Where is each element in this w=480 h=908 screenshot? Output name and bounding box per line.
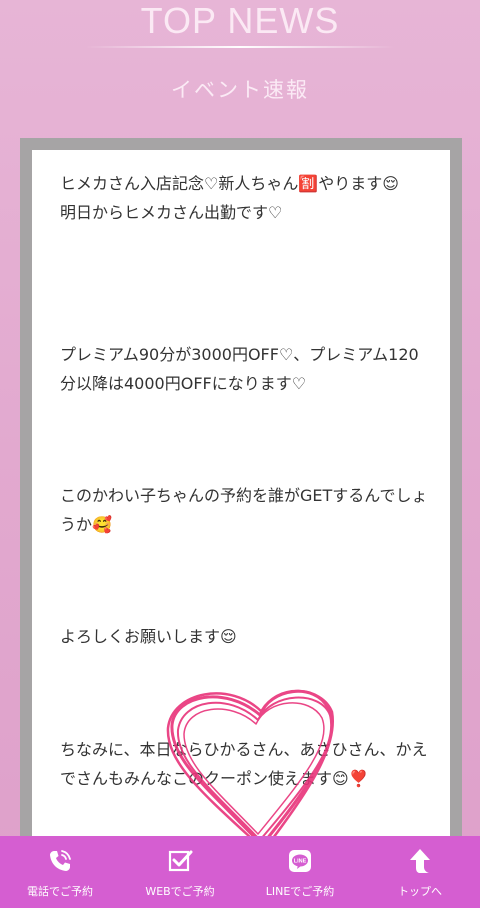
arrow-up-icon [410,849,430,873]
nav-label: トップへ [398,885,442,898]
news-paragraph: ちなみに、本日ならひかるさん、あさひさん、かえでさんもみんなこのクーポン使えます… [60,740,428,788]
nav-label: LINEでご予約 [265,885,335,898]
news-card: ヒメカさん入店記念♡新人ちゃん🈹やります😌 明日からヒメカさん出勤です♡ プレミ… [32,150,450,850]
nav-label: WEBでご予約 [145,885,215,898]
web-check-icon [168,850,193,872]
title-divider [85,46,395,48]
news-paragraph: このかわい子ちゃんの予約を誰がGETするんでしょうか🥰 [60,486,428,534]
page-title: TOP NEWS [140,0,340,41]
nav-back-to-top[interactable]: トップへ [360,836,480,908]
nav-label: 電話でご予約 [27,885,93,898]
news-paragraph: ヒメカさん入店記念♡新人ちゃん🈹やります😌 明日からヒメカさん出勤です♡ [60,174,399,222]
line-icon: LINE [289,850,311,872]
phone-icon [50,850,71,871]
nav-web-reservation[interactable]: WEBでご予約 [120,836,240,908]
section-subtitle: イベント速報 [171,78,309,102]
bottom-navigation: 電話でご予約 WEBでご予約 LINE LINEでご予約 トップへ [0,836,480,908]
news-paragraph: プレミアム90分が3000円OFF♡、プレミアム120分以降は4000円OFFに… [60,345,419,393]
nav-line-reservation[interactable]: LINE LINEでご予約 [240,836,360,908]
news-paragraph: よろしくお願いします😌 [60,627,237,646]
nav-phone-reservation[interactable]: 電話でご予約 [0,836,120,908]
svg-text:LINE: LINE [294,859,307,865]
